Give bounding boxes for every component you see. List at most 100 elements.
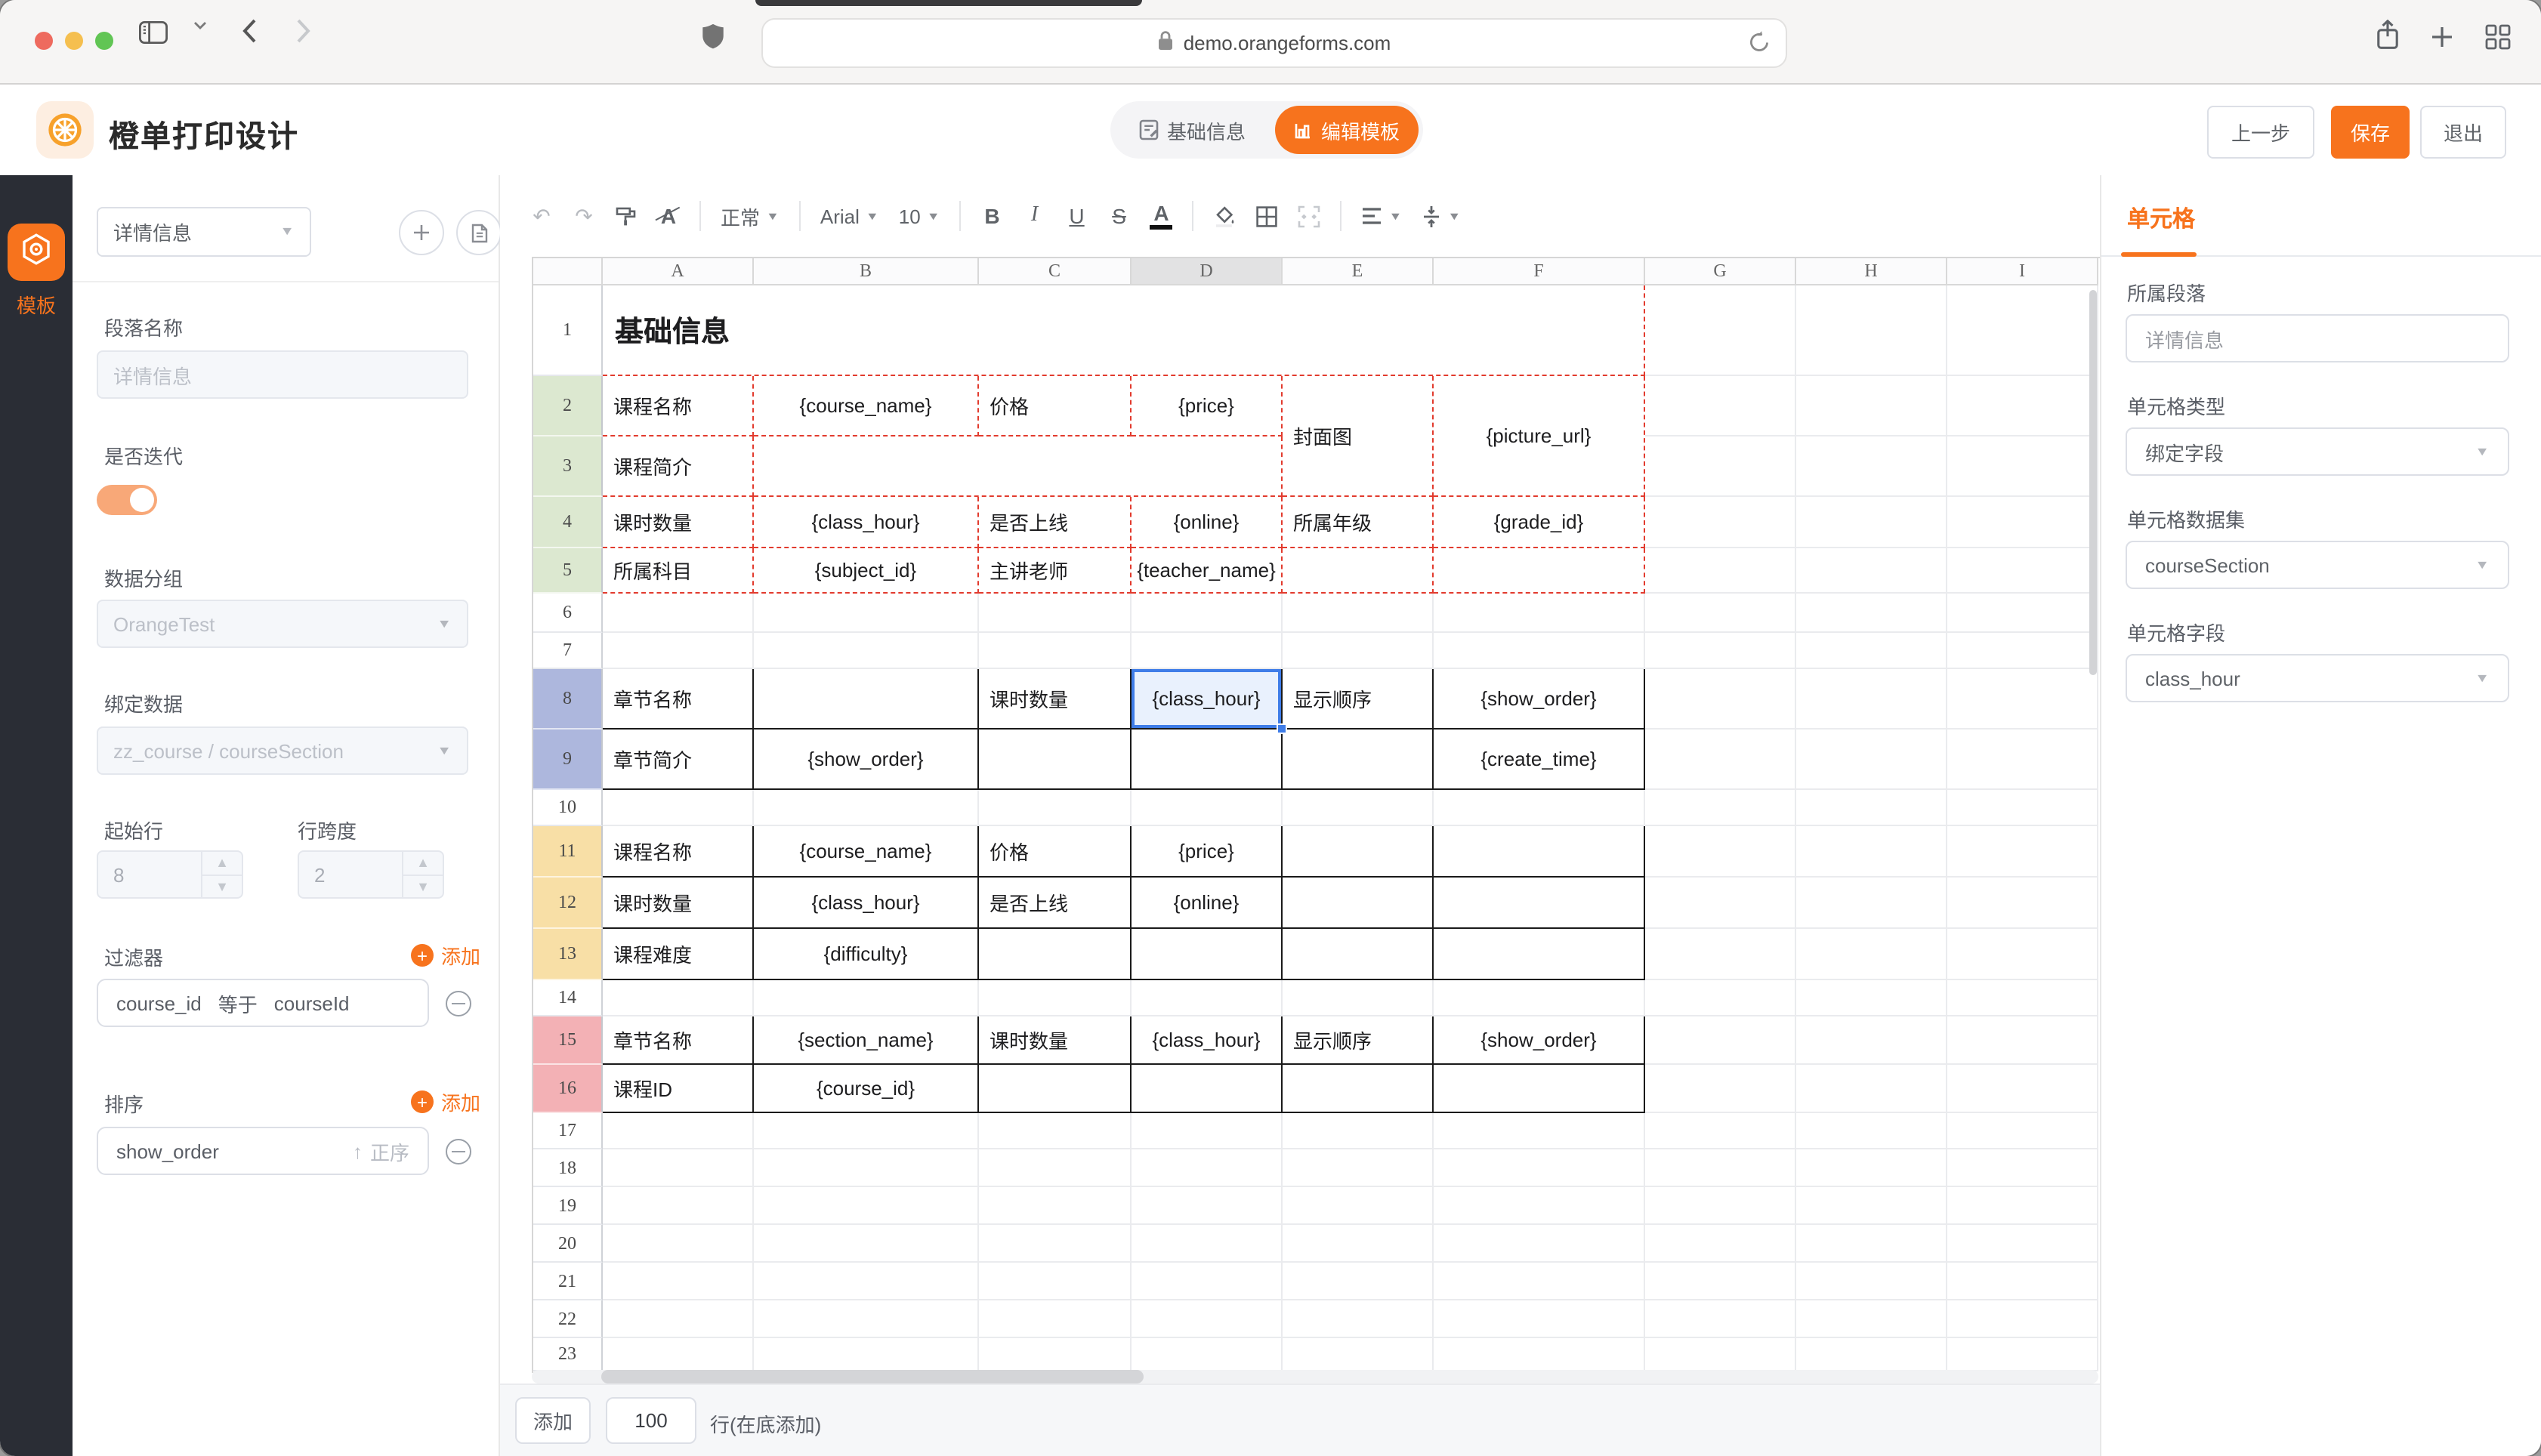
cell[interactable] — [603, 1225, 754, 1263]
cell[interactable] — [1283, 594, 1434, 633]
cell[interactable] — [1283, 1300, 1434, 1338]
bound-cell[interactable] — [1283, 1065, 1434, 1113]
bound-cell[interactable]: 课时数量 — [603, 878, 754, 929]
template-nav-label[interactable]: 模板 — [0, 290, 73, 319]
bound-cell[interactable]: 所属年级 — [1283, 497, 1434, 548]
cell[interactable] — [1796, 1016, 1947, 1065]
cell[interactable] — [1283, 633, 1434, 669]
cell[interactable] — [1947, 730, 2098, 790]
tab-overview-icon[interactable] — [2485, 24, 2511, 50]
bound-cell[interactable] — [754, 436, 1283, 497]
bound-cell[interactable]: {class_hour} — [754, 497, 979, 548]
cell[interactable] — [979, 1225, 1132, 1263]
bound-cell[interactable]: 课程名称 — [603, 826, 754, 878]
row-header-14[interactable]: 14 — [533, 980, 603, 1016]
cell[interactable] — [979, 1187, 1132, 1225]
cell[interactable] — [1796, 1187, 1947, 1225]
strikethrough-button[interactable]: S — [1108, 204, 1131, 228]
cell[interactable] — [1796, 285, 1947, 376]
step-down-icon[interactable]: ▼ — [202, 875, 242, 897]
redo-icon[interactable]: ↷ — [573, 203, 595, 229]
cell[interactable] — [1947, 548, 2098, 594]
cell[interactable] — [1283, 1225, 1434, 1263]
cell[interactable] — [1947, 1187, 2098, 1225]
cell[interactable] — [1947, 633, 2098, 669]
cell[interactable] — [1796, 497, 1947, 548]
bound-cell[interactable]: 课时数量 — [979, 1016, 1132, 1065]
bound-cell[interactable]: {difficulty} — [754, 929, 979, 980]
bound-cell[interactable]: {course_name} — [754, 376, 979, 436]
cell[interactable] — [979, 633, 1132, 669]
bound-cell[interactable] — [1132, 730, 1283, 790]
cell[interactable] — [1947, 929, 2098, 980]
tab-edit-template[interactable]: 编辑模板 — [1275, 106, 1419, 154]
paragraph-name-input[interactable]: 详情信息 — [97, 350, 468, 399]
cell[interactable] — [603, 1113, 754, 1149]
grid-corner[interactable] — [533, 258, 603, 285]
add-filter-link[interactable]: + 添加 — [411, 941, 480, 970]
cell[interactable] — [1947, 376, 2098, 436]
row-header-12[interactable]: 12 — [533, 878, 603, 929]
cell[interactable] — [1796, 1300, 1947, 1338]
cell[interactable] — [1645, 1016, 1796, 1065]
row-header-8[interactable]: 8 — [533, 669, 603, 730]
cell[interactable] — [603, 633, 754, 669]
exit-button[interactable]: 退出 — [2420, 106, 2506, 159]
cell[interactable] — [1434, 633, 1645, 669]
cell[interactable] — [1796, 929, 1947, 980]
bound-cell[interactable]: {online} — [1132, 878, 1283, 929]
cell[interactable] — [1645, 376, 1796, 436]
bound-cell[interactable]: {picture_url} — [1434, 376, 1645, 497]
bound-cell[interactable]: {price} — [1132, 826, 1283, 878]
cell[interactable] — [1645, 548, 1796, 594]
cell[interactable] — [979, 594, 1132, 633]
reload-icon[interactable] — [1748, 30, 1771, 59]
forward-button[interactable] — [296, 18, 311, 44]
cell[interactable] — [754, 1113, 979, 1149]
cell[interactable] — [1645, 436, 1796, 497]
cell[interactable] — [1132, 633, 1283, 669]
cell[interactable] — [1283, 790, 1434, 826]
cell[interactable] — [1947, 790, 2098, 826]
cell[interactable] — [754, 1338, 979, 1371]
font-family-dropdown[interactable]: Arial▼ — [820, 205, 879, 227]
cell[interactable] — [1796, 1263, 1947, 1300]
cell[interactable] — [1947, 1225, 2098, 1263]
cell[interactable] — [1434, 790, 1645, 826]
cell[interactable] — [1645, 790, 1796, 826]
cell[interactable] — [1796, 436, 1947, 497]
cell[interactable] — [603, 1338, 754, 1371]
bound-cell[interactable]: 课时数量 — [979, 669, 1132, 730]
address-bar[interactable]: demo.orangeforms.com — [761, 18, 1787, 68]
cell[interactable] — [1132, 1338, 1283, 1371]
cell[interactable] — [1947, 1263, 2098, 1300]
cell[interactable] — [1947, 1113, 2098, 1149]
cell[interactable] — [1645, 594, 1796, 633]
cell[interactable] — [1645, 497, 1796, 548]
bound-cell[interactable]: {show_order} — [754, 730, 979, 790]
bound-cell[interactable]: {price} — [1132, 376, 1283, 436]
row-header-21[interactable]: 21 — [533, 1263, 603, 1300]
cell[interactable] — [1645, 1113, 1796, 1149]
cell[interactable] — [1132, 594, 1283, 633]
cell[interactable] — [1132, 1187, 1283, 1225]
cell[interactable] — [1947, 1149, 2098, 1187]
cell[interactable] — [1434, 1187, 1645, 1225]
cell[interactable] — [1645, 980, 1796, 1016]
cell[interactable] — [979, 1113, 1132, 1149]
cell[interactable] — [1947, 980, 2098, 1016]
cell[interactable] — [1283, 1149, 1434, 1187]
stepper-buttons[interactable]: ▲▼ — [201, 852, 242, 897]
section-select[interactable]: 详情信息 ▼ — [97, 207, 311, 257]
bound-cell[interactable]: 章节简介 — [603, 730, 754, 790]
cell[interactable] — [1796, 790, 1947, 826]
col-header-F[interactable]: F — [1434, 258, 1645, 285]
font-color-button[interactable]: A — [1150, 202, 1173, 230]
row-header-13[interactable]: 13 — [533, 929, 603, 980]
italic-button[interactable]: I — [1024, 204, 1046, 228]
row-header-1[interactable]: 1 — [533, 285, 603, 376]
align-dropdown[interactable]: ▼ — [1362, 207, 1403, 225]
copy-section-button[interactable] — [456, 210, 502, 255]
row-header-19[interactable]: 19 — [533, 1187, 603, 1225]
cell[interactable] — [1645, 1338, 1796, 1371]
